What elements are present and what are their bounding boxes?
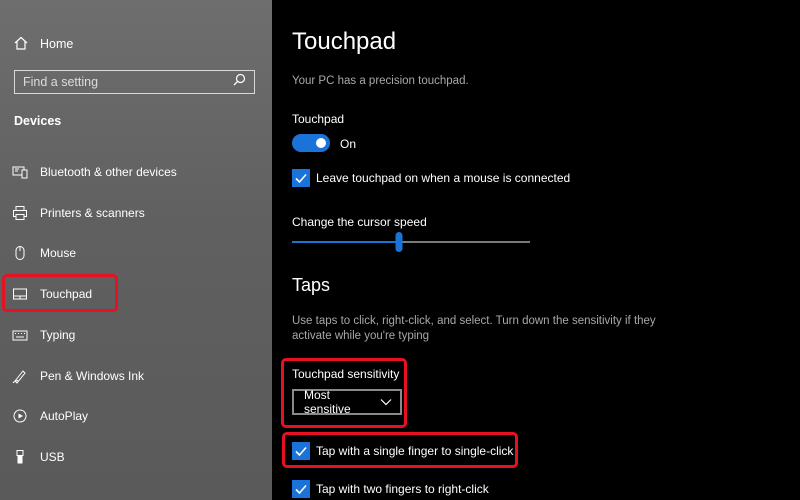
two-finger-tap-row[interactable]: Tap with two fingers to right-click [292,480,489,498]
sensitivity-highlight-box [281,358,407,428]
page-title: Touchpad [292,28,397,55]
cursor-speed-label: Change the cursor speed [292,215,427,229]
sidebar-item-label: Typing [40,328,76,342]
slider-thumb[interactable] [395,232,403,252]
leave-touchpad-on-checkbox[interactable] [292,169,310,187]
single-finger-highlight-box [282,432,518,468]
main-content: Touchpad Your PC has a precision touchpa… [272,0,800,500]
printer-icon [12,205,28,221]
sidebar-item-label: Mouse [40,246,77,260]
checkmark-icon [295,173,307,184]
section-title-devices: Devices [14,114,62,128]
taps-heading: Taps [292,275,331,295]
mouse-icon [12,245,28,261]
sidebar-home[interactable]: Home [14,34,73,54]
cursor-speed-slider[interactable] [292,232,530,252]
search-box[interactable] [14,70,255,94]
sidebar-item-usb[interactable]: USB [12,446,65,468]
search-input[interactable] [23,75,223,89]
toggle-knob [316,138,326,148]
sidebar: Home Devices Bluetooth & other devices P… [0,0,272,500]
keyboard-icon [12,327,28,343]
leave-touchpad-on-row[interactable]: Leave touchpad on when a mouse is connec… [292,169,570,187]
touchpad-highlight-box [2,274,118,312]
sidebar-item-typing[interactable]: Typing [12,324,75,346]
settings-caption-clipped [14,0,94,3]
autoplay-icon [12,408,28,424]
sidebar-item-bluetooth[interactable]: Bluetooth & other devices [12,161,177,183]
bluetooth-devices-icon [12,164,28,180]
toggle-state-text: On [340,137,357,151]
touchpad-toggle[interactable] [292,134,330,152]
home-icon [14,36,40,53]
touchpad-toggle-label: Touchpad [292,112,345,126]
home-label: Home [40,37,74,51]
sidebar-item-autoplay[interactable]: AutoPlay [12,405,88,427]
sidebar-item-pen[interactable]: Pen & Windows Ink [12,365,144,387]
checkmark-icon [295,484,307,495]
usb-icon [12,449,28,465]
sidebar-item-printers[interactable]: Printers & scanners [12,202,145,224]
sidebar-item-label: Pen & Windows Ink [40,369,145,383]
sidebar-item-mouse[interactable]: Mouse [12,242,76,264]
two-finger-tap-checkbox[interactable] [292,480,310,498]
sidebar-item-label: Bluetooth & other devices [40,165,177,179]
sidebar-item-label: AutoPlay [40,409,89,423]
leave-touchpad-on-label: Leave touchpad on when a mouse is connec… [316,171,571,185]
pen-icon [12,368,28,384]
search-icon[interactable] [233,73,246,91]
taps-description: Use taps to click, right-click, and sele… [292,315,656,342]
two-finger-tap-label: Tap with two fingers to right-click [316,482,489,496]
sidebar-item-label: Printers & scanners [40,206,145,220]
slider-fill [292,241,400,243]
precision-touchpad-note: Your PC has a precision touchpad. [292,75,469,87]
sidebar-item-label: USB [40,450,65,464]
